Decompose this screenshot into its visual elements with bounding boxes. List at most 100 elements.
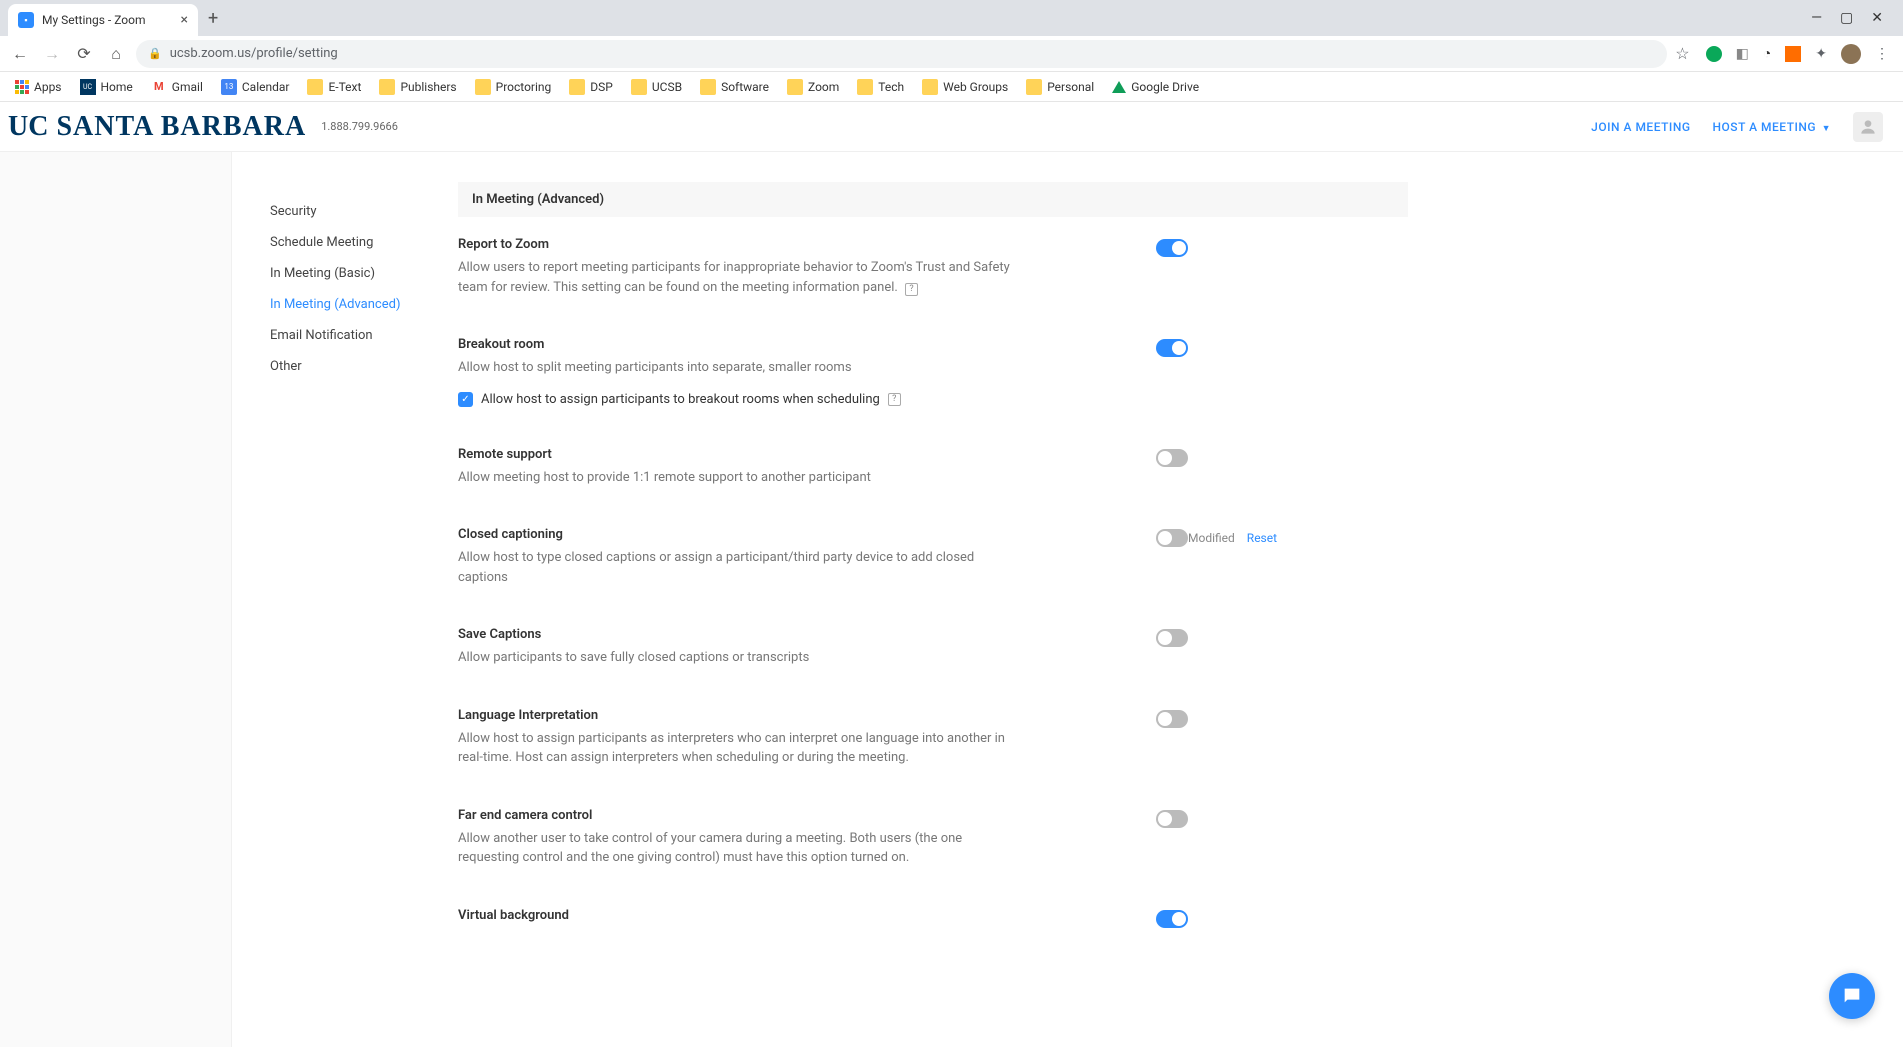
help-icon[interactable]: ?	[888, 393, 901, 406]
left-gutter	[0, 152, 232, 1047]
folder-icon	[631, 79, 647, 95]
help-icon[interactable]: ?	[905, 283, 918, 296]
sidenav-basic[interactable]: In Meeting (Basic)	[270, 258, 458, 289]
toggle-remote-support[interactable]	[1156, 449, 1188, 467]
folder-icon	[857, 79, 873, 95]
bookmark-personal[interactable]: Personal	[1019, 79, 1101, 95]
toggle-closed-captioning[interactable]	[1156, 529, 1188, 547]
ucsb-logo[interactable]: UC SANTA BARBARA	[8, 111, 306, 143]
setting-breakout-room: Breakout room Allow host to split meetin…	[458, 317, 1408, 427]
bookmark-googledrive[interactable]: Google Drive	[1105, 80, 1206, 94]
zoom-favicon-icon: ▪	[18, 12, 34, 28]
bookmark-calendar[interactable]: 13 Calendar	[214, 79, 297, 95]
bookmark-ucsb[interactable]: UCSB	[624, 79, 689, 95]
bookmark-etext[interactable]: E-Text	[300, 79, 368, 95]
bookmark-publishers[interactable]: Publishers	[372, 79, 463, 95]
toggle-far-end-camera[interactable]	[1156, 810, 1188, 828]
bookmark-tech[interactable]: Tech	[850, 79, 911, 95]
setting-title: Save Captions	[458, 627, 1018, 642]
ucsb-icon: UC	[80, 79, 96, 95]
star-icon[interactable]: ☆	[1675, 44, 1689, 63]
page-body: Security Schedule Meeting In Meeting (Ba…	[0, 152, 1903, 1047]
url-text: ucsb.zoom.us/profile/setting	[170, 46, 338, 61]
bookmark-dsp[interactable]: DSP	[562, 79, 620, 95]
close-tab-icon[interactable]: ×	[181, 12, 188, 28]
browser-toolbar: ← → ⟳ ⌂ 🔒 ucsb.zoom.us/profile/setting ☆…	[0, 36, 1903, 72]
folder-icon	[922, 79, 938, 95]
host-meeting-dropdown[interactable]: HOST A MEETING ▼	[1713, 120, 1831, 134]
bookmark-apps[interactable]: Apps	[8, 80, 69, 94]
folder-icon	[307, 79, 323, 95]
chevron-down-icon: ▼	[1822, 124, 1831, 134]
setting-title: Closed captioning	[458, 527, 1018, 542]
reload-button[interactable]: ⟳	[72, 44, 96, 63]
sidenav-advanced[interactable]: In Meeting (Advanced)	[270, 289, 458, 320]
address-bar[interactable]: 🔒 ucsb.zoom.us/profile/setting	[136, 40, 1667, 68]
forward-button[interactable]: →	[40, 44, 64, 64]
toggle-save-captions[interactable]	[1156, 629, 1188, 647]
sidenav-email[interactable]: Email Notification	[270, 320, 458, 351]
breakout-sub-option[interactable]: ✓ Allow host to assign participants to b…	[458, 392, 1018, 407]
close-window-icon[interactable]: ✕	[1871, 10, 1883, 26]
tab-title: My Settings - Zoom	[42, 13, 173, 27]
gmail-icon: M	[151, 79, 167, 95]
setting-desc: Allow meeting host to provide 1:1 remote…	[458, 468, 1018, 488]
browser-tab[interactable]: ▪ My Settings - Zoom ×	[8, 4, 198, 36]
extension-icon[interactable]: ◧	[1736, 46, 1749, 62]
new-tab-button[interactable]: +	[208, 8, 218, 29]
user-avatar[interactable]	[1853, 112, 1883, 142]
toggle-report-to-zoom[interactable]	[1156, 239, 1188, 257]
setting-title: Report to Zoom	[458, 237, 1018, 252]
sidenav-security[interactable]: Security	[270, 196, 458, 227]
setting-desc: Allow host to assign participants as int…	[458, 729, 1018, 768]
google-drive-icon	[1112, 81, 1126, 93]
sidenav-other[interactable]: Other	[270, 351, 458, 382]
bookmark-gmail[interactable]: M Gmail	[144, 79, 210, 95]
setting-title: Far end camera control	[458, 808, 1018, 823]
folder-icon	[379, 79, 395, 95]
minimize-icon[interactable]: —	[1811, 10, 1822, 26]
extensions-menu-icon[interactable]: ✦	[1815, 46, 1827, 62]
browser-chrome: ▪ My Settings - Zoom × + — ▢ ✕ ← → ⟳ ⌂ 🔒…	[0, 0, 1903, 102]
setting-desc: Allow participants to save fully closed …	[458, 648, 1018, 668]
bookmark-home[interactable]: UC Home	[73, 79, 140, 95]
back-button[interactable]: ←	[8, 44, 32, 64]
sidenav-schedule[interactable]: Schedule Meeting	[270, 227, 458, 258]
join-meeting-link[interactable]: JOIN A MEETING	[1591, 120, 1690, 134]
settings-main: In Meeting (Advanced) Report to Zoom All…	[458, 182, 1438, 1047]
calendar-icon: 13	[221, 79, 237, 95]
bookmark-webgroups[interactable]: Web Groups	[915, 79, 1015, 95]
bookmark-proctoring[interactable]: Proctoring	[468, 79, 559, 95]
modified-label: Modified	[1188, 531, 1235, 545]
chat-fab[interactable]	[1829, 973, 1875, 1019]
bookmark-zoom[interactable]: Zoom	[780, 79, 846, 95]
profile-avatar-icon[interactable]	[1841, 44, 1861, 64]
setting-title: Virtual background	[458, 908, 1018, 923]
setting-remote-support: Remote support Allow meeting host to pro…	[458, 427, 1408, 508]
tab-bar: ▪ My Settings - Zoom × + — ▢ ✕	[0, 0, 1903, 36]
setting-report-to-zoom: Report to Zoom Allow users to report mee…	[458, 217, 1408, 317]
toggle-language-interpretation[interactable]	[1156, 710, 1188, 728]
section-header: In Meeting (Advanced)	[458, 182, 1408, 217]
menu-icon[interactable]: ⋮	[1875, 46, 1887, 62]
setting-virtual-background: Virtual background	[458, 888, 1408, 929]
checkbox-checked-icon[interactable]: ✓	[458, 392, 473, 407]
setting-desc: Allow host to split meeting participants…	[458, 358, 1018, 378]
chat-icon	[1841, 985, 1863, 1007]
home-button[interactable]: ⌂	[104, 44, 128, 64]
toggle-breakout-room[interactable]	[1156, 339, 1188, 357]
setting-far-end-camera: Far end camera control Allow another use…	[458, 788, 1408, 888]
setting-title: Remote support	[458, 447, 1018, 462]
reset-link[interactable]: Reset	[1247, 531, 1277, 545]
setting-desc: Allow another user to take control of yo…	[458, 829, 1018, 868]
bookmark-software[interactable]: Software	[693, 79, 776, 95]
extension-icons: ◧ ◔ ✦ ⋮	[1698, 44, 1895, 64]
extension-icon[interactable]: ◔	[1763, 45, 1771, 62]
extension-icon[interactable]	[1706, 46, 1722, 62]
maximize-icon[interactable]: ▢	[1840, 10, 1853, 26]
folder-icon	[700, 79, 716, 95]
folder-icon	[475, 79, 491, 95]
toggle-virtual-background[interactable]	[1156, 910, 1188, 928]
setting-language-interpretation: Language Interpretation Allow host to as…	[458, 688, 1408, 788]
extension-icon[interactable]	[1785, 46, 1801, 62]
